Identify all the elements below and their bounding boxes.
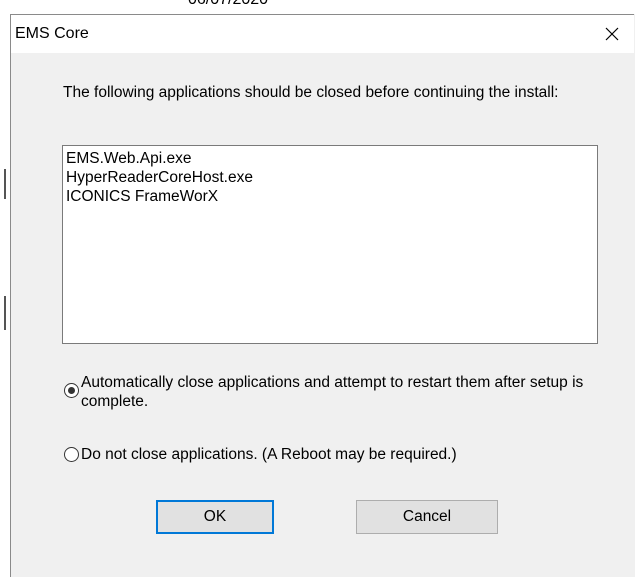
window-title: EMS Core [15,25,89,42]
close-icon [605,27,619,41]
option-auto-close[interactable]: Automatically close applications and att… [64,373,604,411]
list-item[interactable]: ICONICS FrameWorX [66,187,597,206]
background-mark [4,169,6,199]
ok-button[interactable]: OK [156,500,274,534]
applications-list[interactable]: EMS.Web.Api.exe HyperReaderCoreHost.exe … [62,145,598,344]
background-date-text: 06/07/2020 [188,0,268,9]
instruction-message: The following applications should be clo… [63,84,559,101]
dialog-window: EMS Core The following applications shou… [10,14,634,577]
cancel-button[interactable]: Cancel [356,500,498,534]
background-window [0,0,635,14]
background-left-edge [0,14,10,577]
radio-button-checked[interactable] [64,383,79,398]
title-bar[interactable]: EMS Core [11,15,634,53]
option-do-not-close[interactable]: Do not close applications. (A Reboot may… [64,445,604,464]
close-button[interactable] [590,15,634,53]
background-mark [4,296,6,330]
option-do-not-close-label[interactable]: Do not close applications. (A Reboot may… [81,445,457,464]
radio-button-unchecked[interactable] [64,447,79,462]
option-auto-close-label[interactable]: Automatically close applications and att… [81,373,604,411]
list-item[interactable]: HyperReaderCoreHost.exe [66,168,597,187]
list-item[interactable]: EMS.Web.Api.exe [66,149,597,168]
